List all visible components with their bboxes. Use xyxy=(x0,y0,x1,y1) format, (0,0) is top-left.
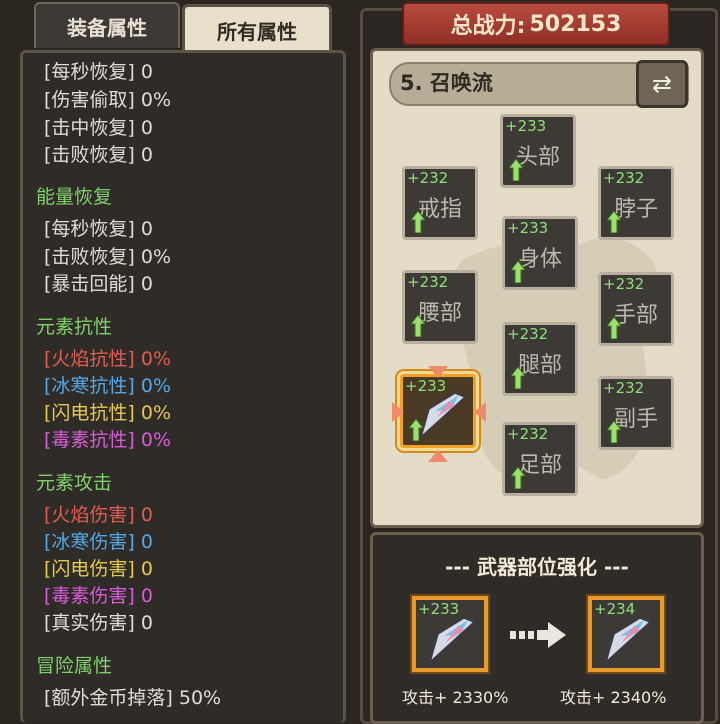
stat-line: [击败恢复] 0 xyxy=(44,144,153,166)
slot-hand[interactable]: +232 手部 xyxy=(598,272,674,346)
blade-weapon-icon xyxy=(428,617,476,665)
upgrade-arrow-icon xyxy=(411,211,425,233)
slot-neck[interactable]: +232 脖子 xyxy=(598,166,674,240)
upgrade-arrow-icon xyxy=(409,419,423,441)
slot-level: +233 xyxy=(405,377,447,395)
slot-level: +232 xyxy=(603,275,645,293)
stat-line: [击中恢复] 0 xyxy=(44,117,153,139)
slot-level: +233 xyxy=(507,219,549,237)
section-heading: 能量恢复 xyxy=(36,186,113,208)
slot-leg[interactable]: +232 腿部 xyxy=(502,322,578,396)
tab-label: 所有属性 xyxy=(217,19,297,44)
stat-line: [火焰伤害] 0 xyxy=(44,504,153,526)
upgrade-arrow-icon xyxy=(607,421,621,443)
upgrade-arrow-icon xyxy=(607,211,621,233)
selection-marker-icon xyxy=(428,450,448,462)
upgrade-direction-arrow-icon xyxy=(510,622,566,648)
slot-level: +232 xyxy=(507,425,549,443)
current-attack: 攻击+ 2330% xyxy=(402,688,509,707)
section-heading: 元素抗性 xyxy=(36,316,113,338)
next-weapon-icon-box[interactable]: +234 xyxy=(586,594,666,674)
slot-head[interactable]: +233 头部 xyxy=(500,114,576,188)
stat-line: [真实伤害] 0 xyxy=(44,612,153,634)
stat-line: [每秒恢复] 0 xyxy=(44,218,153,240)
slot-level: +233 xyxy=(505,117,547,135)
stat-line: [冰寒伤害] 0 xyxy=(44,531,153,553)
blade-weapon-icon xyxy=(419,392,467,440)
selection-marker-icon xyxy=(474,402,486,422)
blade-weapon-icon xyxy=(604,617,652,665)
upgrade-arrow-icon xyxy=(511,467,525,489)
upgrade-arrow-icon xyxy=(511,261,525,283)
tab-equipment-stats[interactable]: 装备属性 xyxy=(34,2,180,48)
stat-line: [伤害偷取] 0% xyxy=(44,89,172,111)
stat-line: [暴击回能] 0 xyxy=(44,273,153,295)
stat-line: [闪电伤害] 0 xyxy=(44,558,153,580)
stat-line: [毒素抗性] 0% xyxy=(44,429,172,451)
slot-weapon[interactable]: +233 xyxy=(400,374,476,448)
selection-marker-icon xyxy=(392,402,404,422)
stat-line: [火焰抗性] 0% xyxy=(44,348,172,370)
total-power-badge: 总战力: 502153 xyxy=(402,2,670,46)
slot-foot[interactable]: +232 足部 xyxy=(502,422,578,496)
slot-level: +232 xyxy=(603,379,645,397)
slot-ring[interactable]: +232 戒指 xyxy=(402,166,478,240)
total-power-label: 总战力: xyxy=(450,14,526,39)
slot-level: +232 xyxy=(407,169,449,187)
stats-list[interactable]: [每秒恢复] 0 [伤害偷取] 0% [击中恢复] 0 [击败恢复] 0 能量恢… xyxy=(36,54,336,714)
swap-arrows-icon: ⇄ xyxy=(651,70,673,98)
stat-line: [毒素伤害] 0 xyxy=(44,585,153,607)
loadout-title: 5. 召唤流 xyxy=(400,71,493,95)
slot-level: +232 xyxy=(407,273,449,291)
total-power-value: 502153 xyxy=(529,11,622,37)
slot-level: +232 xyxy=(507,325,549,343)
upgrade-arrow-icon xyxy=(511,367,525,389)
upgrade-title: --- 武器部位强化 --- xyxy=(445,555,629,579)
tab-all-stats[interactable]: 所有属性 xyxy=(182,4,332,53)
section-heading: 冒险属性 xyxy=(36,655,113,677)
slot-offhand[interactable]: +232 副手 xyxy=(598,376,674,450)
tab-label: 装备属性 xyxy=(67,15,147,40)
next-attack: 攻击+ 2340% xyxy=(560,688,667,707)
slot-body[interactable]: +233 身体 xyxy=(502,216,578,290)
stat-line: [冰寒抗性] 0% xyxy=(44,375,172,397)
slot-level: +232 xyxy=(603,169,645,187)
upgrade-arrow-icon xyxy=(607,317,621,339)
upgrade-arrow-icon xyxy=(509,159,523,181)
upgrade-arrow-icon xyxy=(411,315,425,337)
stat-line: [闪电抗性] 0% xyxy=(44,402,172,424)
stat-line: [额外金币掉落] 50% xyxy=(44,687,222,709)
stat-line: [击败恢复] 0% xyxy=(44,246,172,268)
section-heading: 元素攻击 xyxy=(36,472,113,494)
stat-line: [每秒恢复] 0 xyxy=(44,61,153,83)
swap-loadout-button[interactable]: ⇄ xyxy=(636,60,688,108)
current-weapon-icon-box[interactable]: +233 xyxy=(410,594,490,674)
slot-waist[interactable]: +232 腰部 xyxy=(402,270,478,344)
